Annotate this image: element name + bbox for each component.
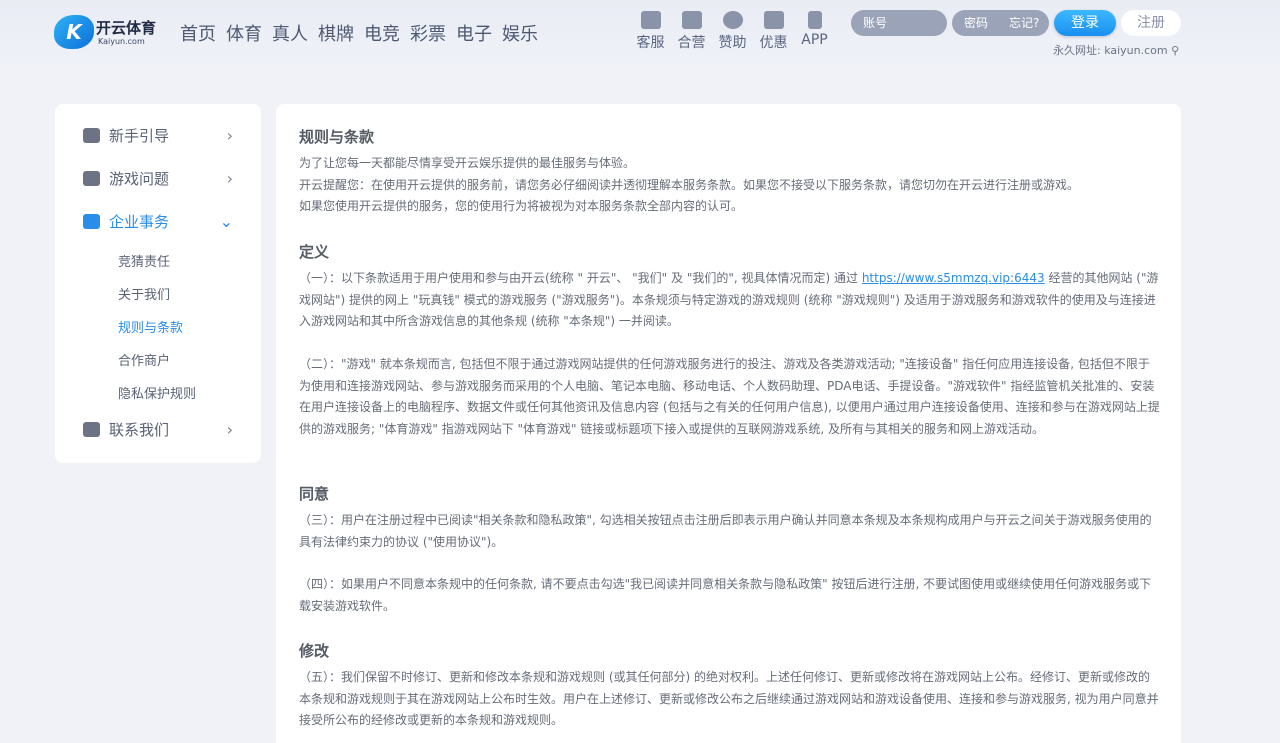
nav-slots[interactable]: 电子 [456,20,502,46]
intro-text: 为了让您每一天都能尽情享受开云娱乐提供的最佳服务与体验。 开云提醒您：在使用开云… [299,153,1161,218]
logo-name: 开云体育 [96,19,157,37]
quick-service[interactable]: 客服 [630,11,671,52]
sidebar-sub-about[interactable]: 关于我们 [118,284,170,303]
paragraph-1-text-a: （一）：以下条款适用于用户使用和参与由开云(统称 " 开云"、 "我们" 及 "… [299,271,862,285]
search-icon: ⚲ [1171,44,1180,57]
quick-promo[interactable]: 优惠 [753,11,794,52]
sidebar-item-label: 联系我们 [109,421,170,439]
password-input[interactable]: 密码 忘记? [952,10,1049,36]
nav-sports[interactable]: 体育 [226,20,272,46]
paragraph-1: （一）：以下条款适用于用户使用和参与由开云(统称 " 开云"、 "我们" 及 "… [299,268,1161,333]
sidebar-item-corporate[interactable]: 企业事务 ⌄ [83,210,233,234]
nav-live[interactable]: 真人 [272,20,318,46]
permanent-url: 永久网址: kaiyun.com ⚲ [1053,42,1179,58]
sidebar-item-guide[interactable]: 新手引导 › [83,124,233,148]
site-link[interactable]: https://www.s5mmzq.vip:6443 [862,271,1045,285]
forgot-link[interactable]: 忘记? [1009,10,1039,36]
logo-mark: K [54,15,94,49]
quick-label: 赞助 [718,35,747,51]
sidebar-item-label: 新手引导 [109,127,170,145]
nav-home[interactable]: 首页 [180,20,226,46]
grid-icon [681,11,702,29]
account-input[interactable]: 账号 [851,10,947,36]
gamepad-icon [83,171,100,186]
sidebar-item-label: 游戏问题 [109,170,170,188]
content-panel: 规则与条款 为了让您每一天都能尽情享受开云娱乐提供的最佳服务与体验。 开云提醒您… [276,104,1181,743]
quick-links: 客服 合营 赞助 优惠 APP [630,11,835,52]
chevron-right-icon: › [226,126,233,145]
intro-line-2: 开云提醒您：在使用开云提供的服务前，请您务必仔细阅读并透彻理解本服务条款。如果您… [299,177,1080,192]
gift-icon [763,11,784,29]
nav-esports[interactable]: 电竞 [364,20,410,46]
section-heading-modify: 修改 [299,642,330,660]
main-nav: 首页 体育 真人 棋牌 电竞 彩票 电子 娱乐 [180,20,548,46]
sidebar-sub-merchants[interactable]: 合作商户 [118,350,170,369]
building-icon [83,214,100,229]
register-button[interactable]: 注册 [1121,10,1181,36]
sidebar-item-label: 企业事务 [109,213,170,231]
quick-label: APP [801,32,828,48]
logo-sub: Kaiyun.com [98,37,145,46]
quick-partner[interactable]: 合营 [671,11,712,52]
nav-lottery[interactable]: 彩票 [410,20,456,46]
paragraph-2: （二）："游戏" 就本条规而言, 包括但不限于通过游戏网站提供的任何游戏服务进行… [299,357,1160,436]
sidebar: 新手引导 › 游戏问题 › 企业事务 ⌄ 竞猜责任 关于我们 规则与条款 合作商… [55,104,261,463]
quick-sponsor[interactable]: 赞助 [712,11,753,52]
intro-line-1: 为了让您每一天都能尽情享受开云娱乐提供的最佳服务与体验。 [299,156,636,170]
sidebar-sub-responsible[interactable]: 竞猜责任 [118,251,170,270]
quick-app[interactable]: APP [794,11,835,52]
nav-cards[interactable]: 棋牌 [318,20,364,46]
paragraph-5: （五）：我们保留不时修订、更新和修改本条规和游戏规则 (或其任何部分) 的绝对权… [299,670,1159,727]
quick-label: 客服 [636,35,665,51]
sidebar-sub-privacy[interactable]: 隐私保护规则 [118,383,196,402]
paragraph-3: （三）：用户在注册过程中已阅读"相关条款和隐私政策", 勾选相关按钮点击注册后即… [299,513,1152,549]
permanent-url-text: 永久网址: kaiyun.com [1053,44,1168,57]
password-placeholder: 密码 [964,16,989,30]
message-icon [83,422,100,437]
chat-icon [640,11,661,29]
section-heading-agree: 同意 [299,485,330,503]
phone-icon [807,11,822,29]
logo[interactable]: K 开云体育 Kaiyun.com [54,15,164,51]
login-button[interactable]: 登录 [1054,10,1116,36]
paragraph-4: （四）：如果用户不同意本条规中的任何条款, 请不要点击勾选"我已阅读并同意相关条… [299,577,1152,613]
intro-line-3: 如果您使用开云提供的服务，您的使用行为将被视为对本服务条款全部内容的认可。 [299,199,744,213]
sidebar-item-game-issues[interactable]: 游戏问题 › [83,167,233,191]
quick-label: 合营 [677,35,706,51]
chevron-right-icon: › [226,169,233,188]
section-heading-definition: 定义 [299,243,330,261]
sidebar-item-contact[interactable]: 联系我们 › [83,418,233,442]
header: K 开云体育 Kaiyun.com 首页 体育 真人 棋牌 电竞 彩票 电子 娱… [0,0,1280,70]
diamond-icon [722,11,743,29]
quick-label: 优惠 [759,35,788,51]
chevron-right-icon: › [226,420,233,439]
graduation-cap-icon [83,128,100,143]
chevron-down-icon: ⌄ [219,212,233,231]
page-title: 规则与条款 [299,128,375,146]
nav-entertainment[interactable]: 娱乐 [502,20,548,46]
sidebar-sub-terms[interactable]: 规则与条款 [118,317,183,336]
